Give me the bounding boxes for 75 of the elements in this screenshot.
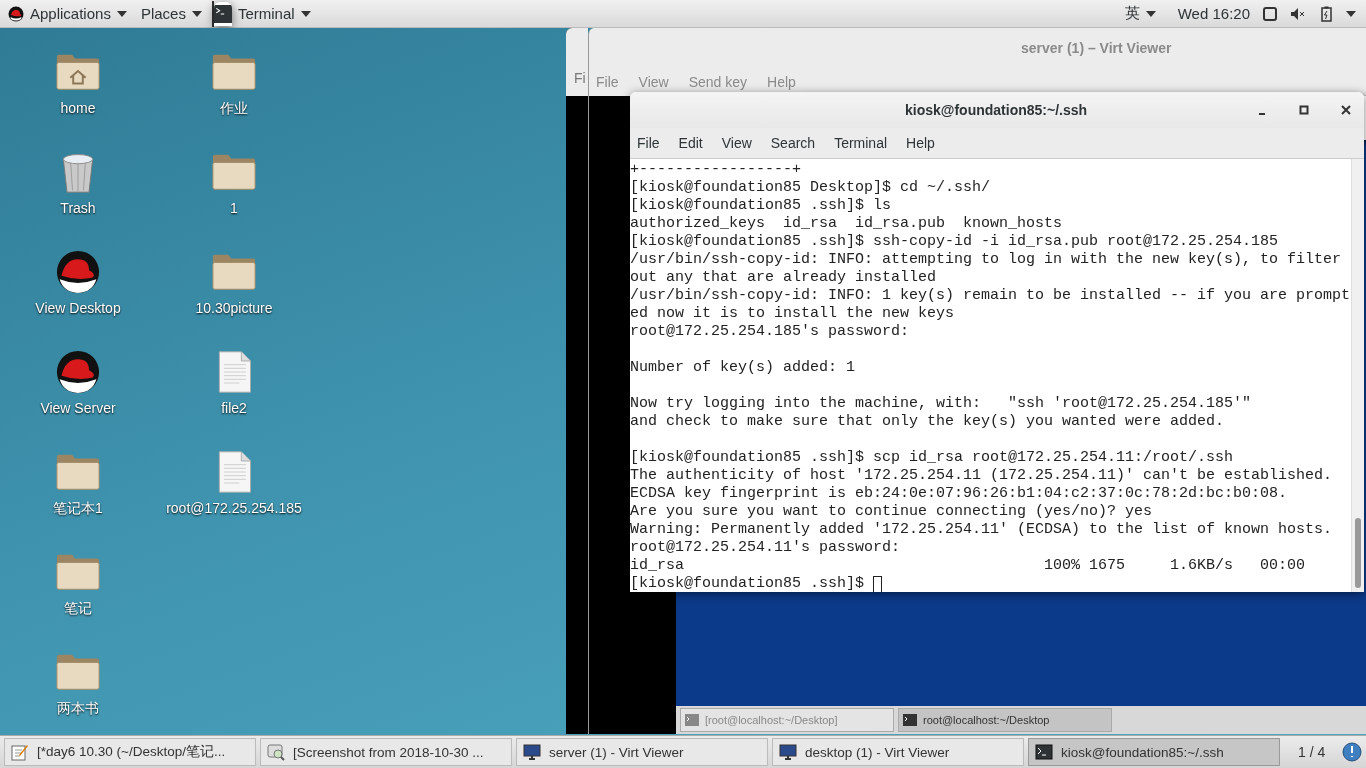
scrollbar[interactable] xyxy=(1351,159,1364,592)
terminal-line: root@172.25.254.185's password: xyxy=(630,323,910,341)
menu-item[interactable]: Fi xyxy=(574,70,586,86)
terminal-line: +-----------------+ xyxy=(630,161,802,179)
window-title: server (1) – Virt Viewer xyxy=(1021,40,1172,56)
taskbar-item[interactable]: root@localhost:~/Desktop xyxy=(898,708,1112,732)
taskbar-item[interactable]: kiosk@foundation85:~/.ssh xyxy=(1028,738,1280,766)
terminal-line: out any that are already installed xyxy=(630,269,937,287)
close-icon[interactable] xyxy=(1340,104,1352,116)
monitor-icon xyxy=(523,743,541,761)
icon-label[interactable]: View Server xyxy=(8,398,148,418)
taskbar-item[interactable]: [*day6 10.30 (~/Desktop/笔记... xyxy=(4,738,256,766)
caret-icon xyxy=(191,10,202,17)
caret-icon xyxy=(116,10,127,17)
menu-item[interactable]: File xyxy=(637,135,660,151)
terminal-line: [kiosk@foundation85 Desktop]$ cd ~/.ssh/ xyxy=(630,179,991,197)
terminal-line: [kiosk@foundation85 .ssh]$ ls xyxy=(630,197,892,215)
terminal-icon xyxy=(685,714,699,726)
icon-label[interactable]: 10.30picture xyxy=(164,298,304,318)
icon-label[interactable]: file2 xyxy=(164,398,304,418)
battery-icon[interactable] xyxy=(1318,5,1334,22)
terminal-line: ECDSA key fingerprint is eb:24:0e:07:96:26:b1:04:c2:37:0c:78:2d:bc:b0:08. xyxy=(630,485,1288,503)
hat-logo-icon[interactable] xyxy=(55,250,101,294)
top-menu[interactable]: Terminal xyxy=(211,0,321,27)
input-method-menu[interactable]: 英 xyxy=(1120,0,1166,27)
menu-item[interactable]: View xyxy=(721,135,752,151)
window-icon[interactable] xyxy=(1262,5,1278,22)
hat-icon xyxy=(8,5,24,22)
terminal-line: /usr/bin/ssh-copy-id: INFO: 1 key(s) remain to be installed -- if you are prompt xyxy=(630,287,1351,305)
terminal-line: id_rsa 100% 1675 1.6KB/s 00:00 xyxy=(630,557,1306,575)
scrollbar-thumb[interactable] xyxy=(1355,518,1361,588)
terminal-line: [kiosk@foundation85 .ssh]$ scp id_rsa root@172.25.254.11:/root/.ssh xyxy=(630,449,1234,467)
clock[interactable]: Wed 16:20 xyxy=(1177,5,1250,22)
terminal-line: Warning: Permanently added '172.25.254.11' (ECDSA) to the list of known hosts. xyxy=(630,521,1333,539)
terminal-line: Number of key(s) added: 1 xyxy=(630,359,856,377)
caret-icon xyxy=(1145,10,1156,17)
hat-logo-icon[interactable] xyxy=(55,350,101,394)
terminal-line: Are you sure you want to continue connecting (yes/no)? yes xyxy=(630,503,1153,521)
icon-label[interactable]: 笔记本1 xyxy=(8,498,148,518)
icon-label[interactable]: 作业 xyxy=(164,98,304,118)
terminal-icon xyxy=(213,1,232,26)
terminal-icon xyxy=(1035,743,1053,761)
terminal-line: [kiosk@foundation85 .ssh]$ ssh-copy-id -i id_rsa.pub root@172.25.254.185 xyxy=(630,233,1279,251)
maximize-icon[interactable] xyxy=(1298,104,1310,116)
icon-label[interactable]: Trash xyxy=(8,198,148,218)
taskbar-item[interactable]: [Screenshot from 2018-10-30 ... xyxy=(260,738,512,766)
menu-item[interactable]: Edit xyxy=(678,135,703,151)
icon-label[interactable]: 1 xyxy=(164,198,304,218)
monitor-icon xyxy=(779,743,797,761)
terminal-line: Now try logging into the machine, with: "ssh 'root@172.25.254.185'" xyxy=(630,395,1252,413)
menu-item[interactable]: Terminal xyxy=(834,135,888,151)
terminal-line: authorized_keys id_rsa id_rsa.pub known_hosts xyxy=(630,215,1063,233)
terminal-line: ed now it is to install the new keys xyxy=(630,305,955,323)
text-cursor xyxy=(873,575,883,592)
notification-icon[interactable] xyxy=(1342,742,1362,762)
terminal-icon xyxy=(903,714,917,726)
caret-icon[interactable] xyxy=(1346,10,1356,17)
notepad-icon xyxy=(11,743,29,761)
menu-item[interactable]: Help xyxy=(906,135,935,151)
caret-icon xyxy=(300,10,311,17)
icon-label[interactable]: home xyxy=(8,98,148,118)
workspace-pager[interactable]: 1 / 4 xyxy=(1298,744,1326,760)
terminal-line: and check to make sure that only the key(s) you wanted were added. xyxy=(630,413,1225,431)
image-viewer-icon xyxy=(267,743,285,761)
top-menu[interactable]: Places xyxy=(136,0,212,27)
taskbar-item[interactable]: server (1) - Virt Viewer xyxy=(516,738,768,766)
menu-item[interactable]: Search xyxy=(770,135,816,151)
taskbar-item[interactable]: desktop (1) - Virt Viewer xyxy=(772,738,1024,766)
terminal-line: root@172.25.254.11's password: xyxy=(630,539,901,557)
terminal-line: /usr/bin/ssh-copy-id: INFO: attempting to log in with the new key(s), to filter xyxy=(630,251,1342,269)
window-title: kiosk@foundation85:~/.ssh xyxy=(905,102,1088,118)
terminal-line: The authenticity of host '172.25.254.11 (172.25.254.11)' can't be established. xyxy=(630,467,1333,485)
icon-label[interactable]: View Desktop xyxy=(8,298,148,318)
terminal-line: [kiosk@foundation85 .ssh]$ xyxy=(630,575,866,592)
top-menu[interactable]: Applications xyxy=(4,0,137,27)
